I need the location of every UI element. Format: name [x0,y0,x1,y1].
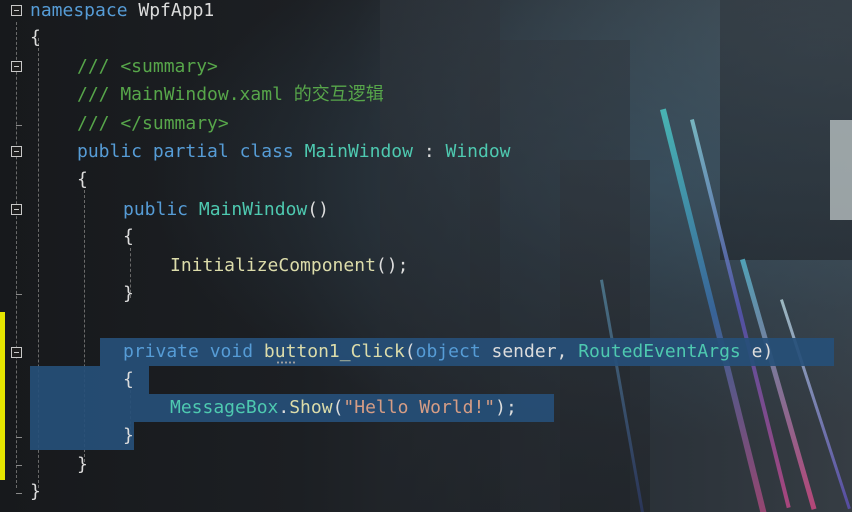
parameter: e) [740,341,774,362]
type-name: MessageBox [170,397,279,418]
type-name: RoutedEventArgs [578,341,741,362]
method-name: button1_Click [263,341,405,362]
dot: . [278,397,290,418]
brace: } [123,283,134,304]
code-line-2[interactable]: { [30,24,41,52]
keyword: public [77,141,143,162]
code-line-14[interactable]: MessageBox.Show("Hello World!"); [170,394,517,422]
code-line-4[interactable]: /// MainWindow.xaml 的交互逻辑 [77,81,384,109]
brace: } [123,425,134,446]
type-name: Window [445,141,511,162]
collapse-namespace-icon[interactable] [11,5,22,16]
parameter: sender, [480,341,579,362]
collapse-summary-icon[interactable] [11,61,22,72]
collapse-method-icon[interactable] [11,347,22,358]
keyword: namespace [30,0,128,21]
code-line-9[interactable]: { [123,223,134,251]
separator: : [412,141,446,162]
code-line-6[interactable]: public partial class MainWindow : Window [77,138,511,166]
namespace-name: WpfApp1 [127,0,215,21]
code-line-10[interactable]: InitializeComponent(); [170,252,408,280]
code-line-17[interactable]: } [30,478,41,506]
brace: { [30,27,41,48]
string-literal: "Hello World!" [343,397,496,418]
brace: { [77,169,88,190]
code-line-8[interactable]: public MainWindow() [123,196,329,224]
code-line-16[interactable]: } [77,451,88,479]
code-line-5[interactable]: /// </summary> [77,110,229,138]
keyword: class [239,141,294,162]
method-name: Show [289,397,333,418]
keyword: public [123,199,189,220]
type-name: MainWindow [304,141,413,162]
code-line-3[interactable]: /// <summary> [77,53,218,81]
doc-comment: /// </summary> [77,113,229,134]
method-name: InitializeComponent [170,255,376,276]
call-parens: (); [375,255,409,276]
type-name: MainWindow [198,199,308,220]
paren: ); [495,397,517,418]
code-line-1[interactable]: namespace WpfApp1 [30,0,214,25]
code-line-12[interactable]: private void button1_Click(object sender… [123,338,773,366]
collapse-class-icon[interactable] [11,146,22,157]
code-line-11[interactable]: } [123,280,134,308]
paren: ( [332,397,344,418]
brace: { [123,226,134,247]
collapse-constructor-icon[interactable] [11,204,22,215]
keyword: void [209,341,254,362]
brace: { [123,369,134,390]
suggestion-dots [276,361,296,364]
keyword: partial [152,141,229,162]
brace: } [30,481,41,502]
unsaved-change-marker [0,312,5,480]
keyword: private [123,341,199,362]
code-line-13[interactable]: { [123,366,134,394]
keyword: object [415,341,481,362]
code-line-7[interactable]: { [77,166,88,194]
doc-comment: /// <summary> [77,56,218,77]
brace: } [77,454,88,475]
parens: () [307,199,329,220]
doc-comment: /// MainWindow.xaml 的交互逻辑 [77,84,384,105]
code-line-15[interactable]: } [123,422,134,450]
paren: ( [404,341,416,362]
